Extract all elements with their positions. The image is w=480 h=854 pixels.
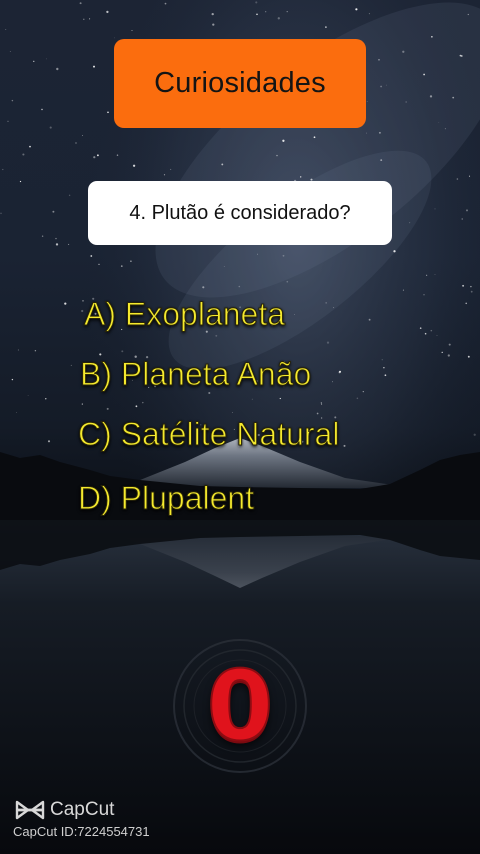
capcut-logo-icon	[15, 800, 45, 820]
option-c: C) Satélite Natural	[77, 416, 340, 453]
timer-digit: 0	[206, 649, 275, 763]
title-badge: Curiosidades	[114, 39, 366, 128]
capcut-id-text: CapCut ID:7224554731	[13, 824, 150, 839]
capcut-watermark: CapCut	[14, 798, 114, 822]
option-a: A) Exoplaneta	[83, 296, 286, 333]
question-card: 4. Plutão é considerado?	[88, 181, 392, 245]
capcut-brand-text: CapCut	[50, 799, 115, 820]
quiz-title: Curiosidades	[154, 67, 326, 99]
option-b: B) Planeta Anão	[79, 356, 312, 393]
question-text: 4. Plutão é considerado?	[129, 201, 351, 224]
countdown-timer: 0	[170, 636, 310, 776]
option-d: D) Plupalent	[77, 480, 255, 517]
quiz-screen: Curiosidades 4. Plutão é considerado? A)…	[0, 0, 480, 854]
